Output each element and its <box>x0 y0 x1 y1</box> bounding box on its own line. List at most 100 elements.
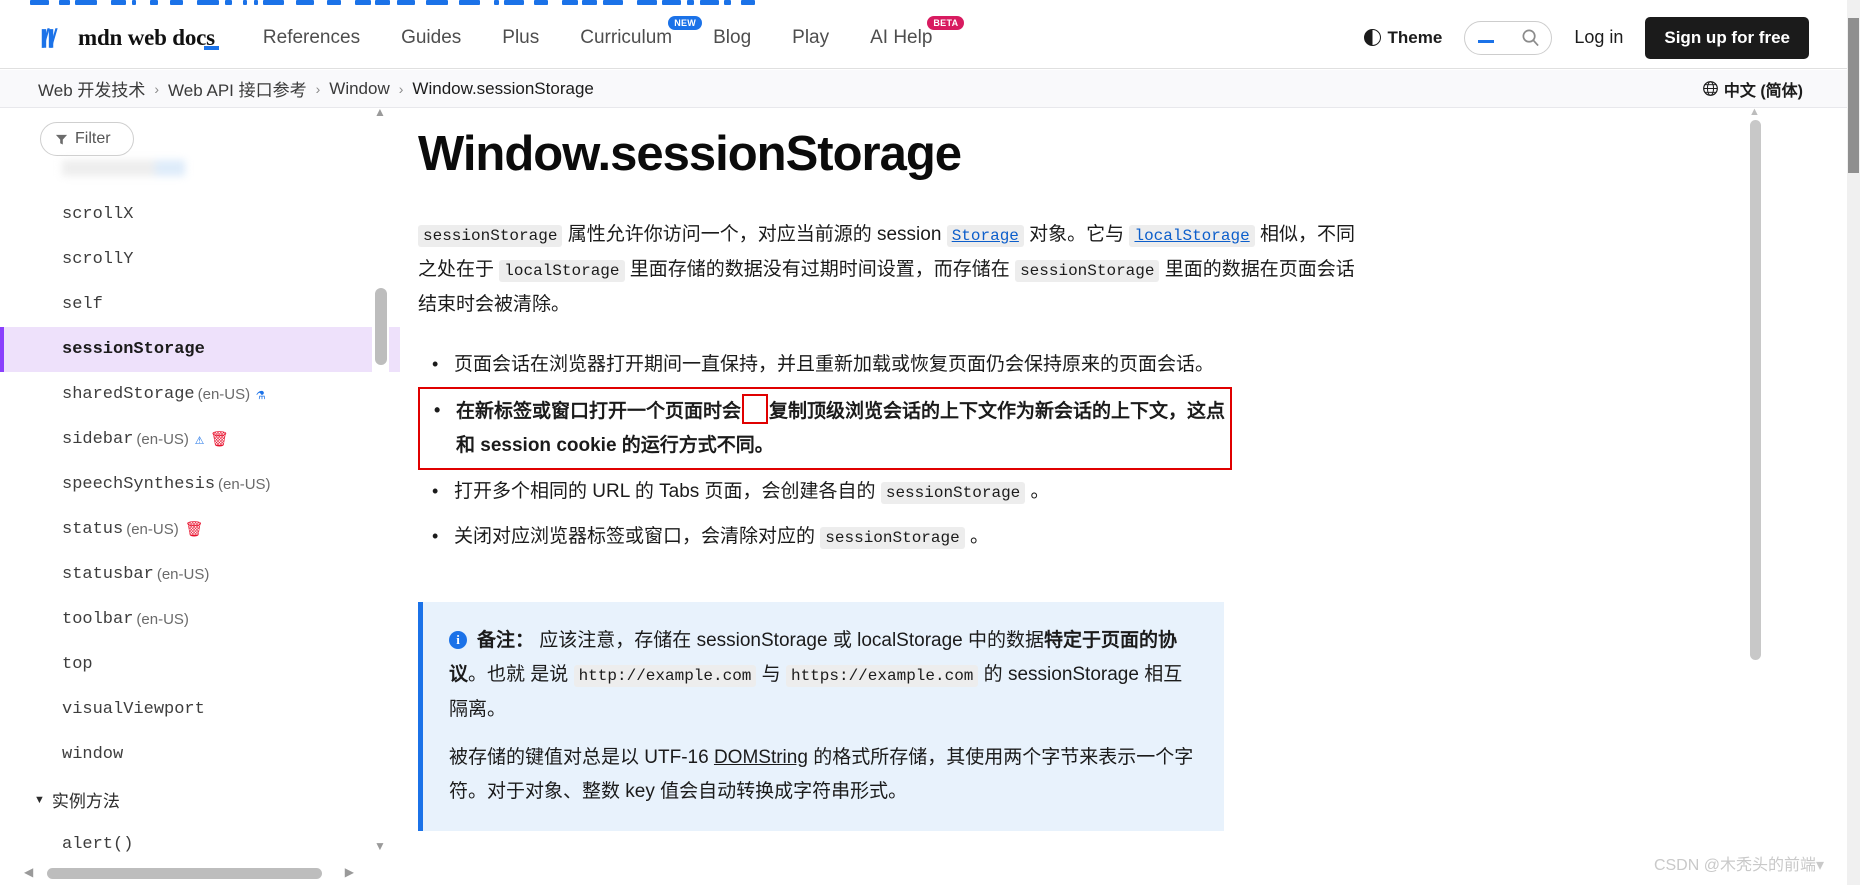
sidebar-item-locale-suffix: (en-US) <box>197 386 251 403</box>
scroll-up-arrow-icon[interactable]: ▲ <box>374 108 386 119</box>
intro-text-2: 对象。它与 <box>1023 224 1130 245</box>
sidebar-item-sharedstorage[interactable]: sharedStorage (en-US) ⚗ <box>0 372 400 417</box>
note-paragraph-1: i 备注： 应该注意，存储在 sessionStorage 或 localStor… <box>449 624 1198 727</box>
sidebar-item-label: scrollY <box>62 250 134 269</box>
sidebar-item-label: self <box>62 295 103 314</box>
sidebar-item-visualviewport[interactable]: visualViewport <box>0 687 400 732</box>
info-icon: i <box>449 631 467 649</box>
sidebar-horizontal-scrollbar[interactable]: ◀ ▶ <box>24 865 354 882</box>
sidebar-scroll-thumb[interactable] <box>375 288 387 365</box>
sidebar-item-toolbar[interactable]: toolbar (en-US) <box>0 597 400 642</box>
bullet-item-2: 打开多个相同的 URL 的 Tabs 页面，会创建各自的 sessionStor… <box>418 470 1410 515</box>
content-vertical-scrollbar[interactable]: ▲ <box>1748 108 1764 885</box>
banner-fragment <box>355 0 371 5</box>
scroll-down-arrow-icon[interactable]: ▼ <box>374 839 386 853</box>
banner-fragment <box>582 0 597 5</box>
note-text-1mid: 与 <box>756 664 786 685</box>
nav-item-label: Play <box>792 26 830 48</box>
code-sessionstorage: sessionStorage <box>880 482 1026 504</box>
sidebar-vertical-scrollbar[interactable]: ▲ ▼ <box>372 108 389 863</box>
theme-button[interactable]: Theme <box>1363 28 1442 48</box>
banner-fragment <box>397 0 415 5</box>
flask-icon: ⚗ <box>256 387 266 404</box>
page-title: Window.sessionStorage <box>418 127 962 181</box>
sidebar-item-label: status <box>62 520 124 539</box>
banner-fragment <box>263 0 284 5</box>
nav-item-play[interactable]: Play <box>792 27 829 49</box>
bullet-item-0: 页面会话在浏览器打开期间一直保持，并且重新加载或恢复页面仍会保持原来的页面会话。 <box>418 343 1410 387</box>
main-content: Window.sessionStorage sessionStorage 属性允… <box>400 108 1790 885</box>
mdn-logo-underscore <box>203 45 219 50</box>
banner-fragment <box>375 0 390 5</box>
filter-icon <box>55 134 68 145</box>
globe-icon <box>1702 81 1718 96</box>
warning-icon: ⚠ <box>194 432 204 449</box>
language-switcher-button[interactable]: 中文 (简体) <box>1702 77 1803 101</box>
sidebar-item-alert[interactable]: alert() <box>0 822 400 867</box>
sidebar-item-sidebar[interactable]: sidebar (en-US) ⚠ 🗑 <box>0 417 400 462</box>
sidebar-item-top[interactable]: top <box>0 642 400 687</box>
note-text-1b: 。也就 是说 <box>468 664 574 685</box>
header-actions: Theme Log in Sign up for free <box>1363 16 1809 59</box>
code-https-example: https://example.com <box>785 665 979 687</box>
sidebar-hscroll-thumb[interactable] <box>47 868 322 879</box>
code-localstorage-1: localStorage <box>499 260 625 282</box>
content-scroll-thumb[interactable] <box>1750 120 1761 660</box>
link-localstorage[interactable]: localStorage <box>1129 225 1255 247</box>
sidebar-group-instance-methods[interactable]: ▼ 实例方法 <box>0 777 400 822</box>
sidebar-item-sessionstorage[interactable]: sessionStorage <box>0 327 400 372</box>
nav-item-plus[interactable]: Plus <box>502 27 539 49</box>
breadcrumb-item-0[interactable]: Web 开发技术 <box>38 76 145 101</box>
link-domstring[interactable]: DOMString <box>714 747 808 768</box>
search-text-cursor <box>1478 40 1495 43</box>
nav-item-blog[interactable]: Blog <box>713 27 751 49</box>
search-icon <box>1522 29 1540 47</box>
banner-fragment <box>243 0 247 5</box>
sidebar-item-self[interactable]: self <box>0 282 400 327</box>
sidebar-item-locale-suffix: (en-US) <box>126 521 179 538</box>
breadcrumb-item-3: Window.sessionStorage <box>412 78 594 98</box>
nav-item-curriculum[interactable]: Curriculum NEW <box>580 15 703 49</box>
window-vertical-scrollbar[interactable] <box>1847 0 1860 885</box>
sidebar-item-status[interactable]: status (en-US) 🗑 <box>0 507 400 552</box>
nav-item-label: References <box>262 26 361 48</box>
scroll-left-arrow-icon[interactable]: ◀ <box>24 865 33 879</box>
trash-icon: 🗑 <box>184 522 204 539</box>
breadcrumb-item-1[interactable]: Web API 接口参考 <box>168 76 307 101</box>
breadcrumb-item-2[interactable]: Window <box>329 79 389 99</box>
sidebar-item-statusbar[interactable]: statusbar (en-US) <box>0 552 400 597</box>
sidebar-item-scrollx[interactable]: scrollX <box>0 192 400 237</box>
content-scroll-up-arrow-icon[interactable]: ▲ <box>1749 108 1760 118</box>
sidebar-filter-button[interactable]: Filter <box>40 122 134 156</box>
nav-item-label: Curriculum <box>580 26 673 48</box>
banner-fragment <box>111 0 126 5</box>
sidebar-item-window[interactable]: window <box>0 732 400 777</box>
nav-item-guides[interactable]: Guides <box>401 27 461 49</box>
link-storage[interactable]: Storage <box>946 225 1024 247</box>
nav-item-label: Guides <box>401 26 462 48</box>
bullet-item-3: 关闭对应浏览器标签或窗口，会清除对应的 sessionStorage 。 <box>418 515 1410 560</box>
mdn-logo[interactable]: mdn web docs <box>40 25 219 51</box>
sidebar-item-list: scrollX scrollY self sessionStorage sharedSt… <box>0 192 400 867</box>
code-sessionstorage-2: sessionStorage <box>1015 260 1160 282</box>
scroll-right-arrow-icon[interactable]: ▶ <box>345 865 354 879</box>
banner-fragment <box>494 0 499 5</box>
login-link[interactable]: Log in <box>1574 27 1623 48</box>
nav-item-label: Blog <box>713 26 752 48</box>
bullet-text-b: 。 <box>1025 481 1050 502</box>
sidebar-item-label: sharedStorage <box>62 385 195 404</box>
sidebar-item-label: top <box>62 655 93 674</box>
sidebar-item-locale-suffix: (en-US) <box>218 476 271 493</box>
nav-item-ai-help[interactable]: AI Help BETA <box>870 15 965 49</box>
sidebar-item-scrolly[interactable]: scrollY <box>0 237 400 282</box>
search-input[interactable] <box>1464 20 1553 55</box>
language-switcher-label: 中文 (简体) <box>1723 82 1803 100</box>
sidebar-item-speechsynthesis[interactable]: speechSynthesis (en-US) <box>0 462 400 507</box>
nav-item-references[interactable]: References <box>263 27 360 49</box>
banner-fragment <box>724 0 731 5</box>
window-scroll-thumb[interactable] <box>1848 18 1859 173</box>
bullet-text-a: 关闭对应浏览器标签或窗口，会清除对应的 <box>454 526 821 547</box>
sidebar-item-locale-suffix: (en-US) <box>136 611 189 628</box>
signup-button[interactable]: Sign up for free <box>1645 16 1809 59</box>
sidebar-item-label: window <box>62 745 124 764</box>
